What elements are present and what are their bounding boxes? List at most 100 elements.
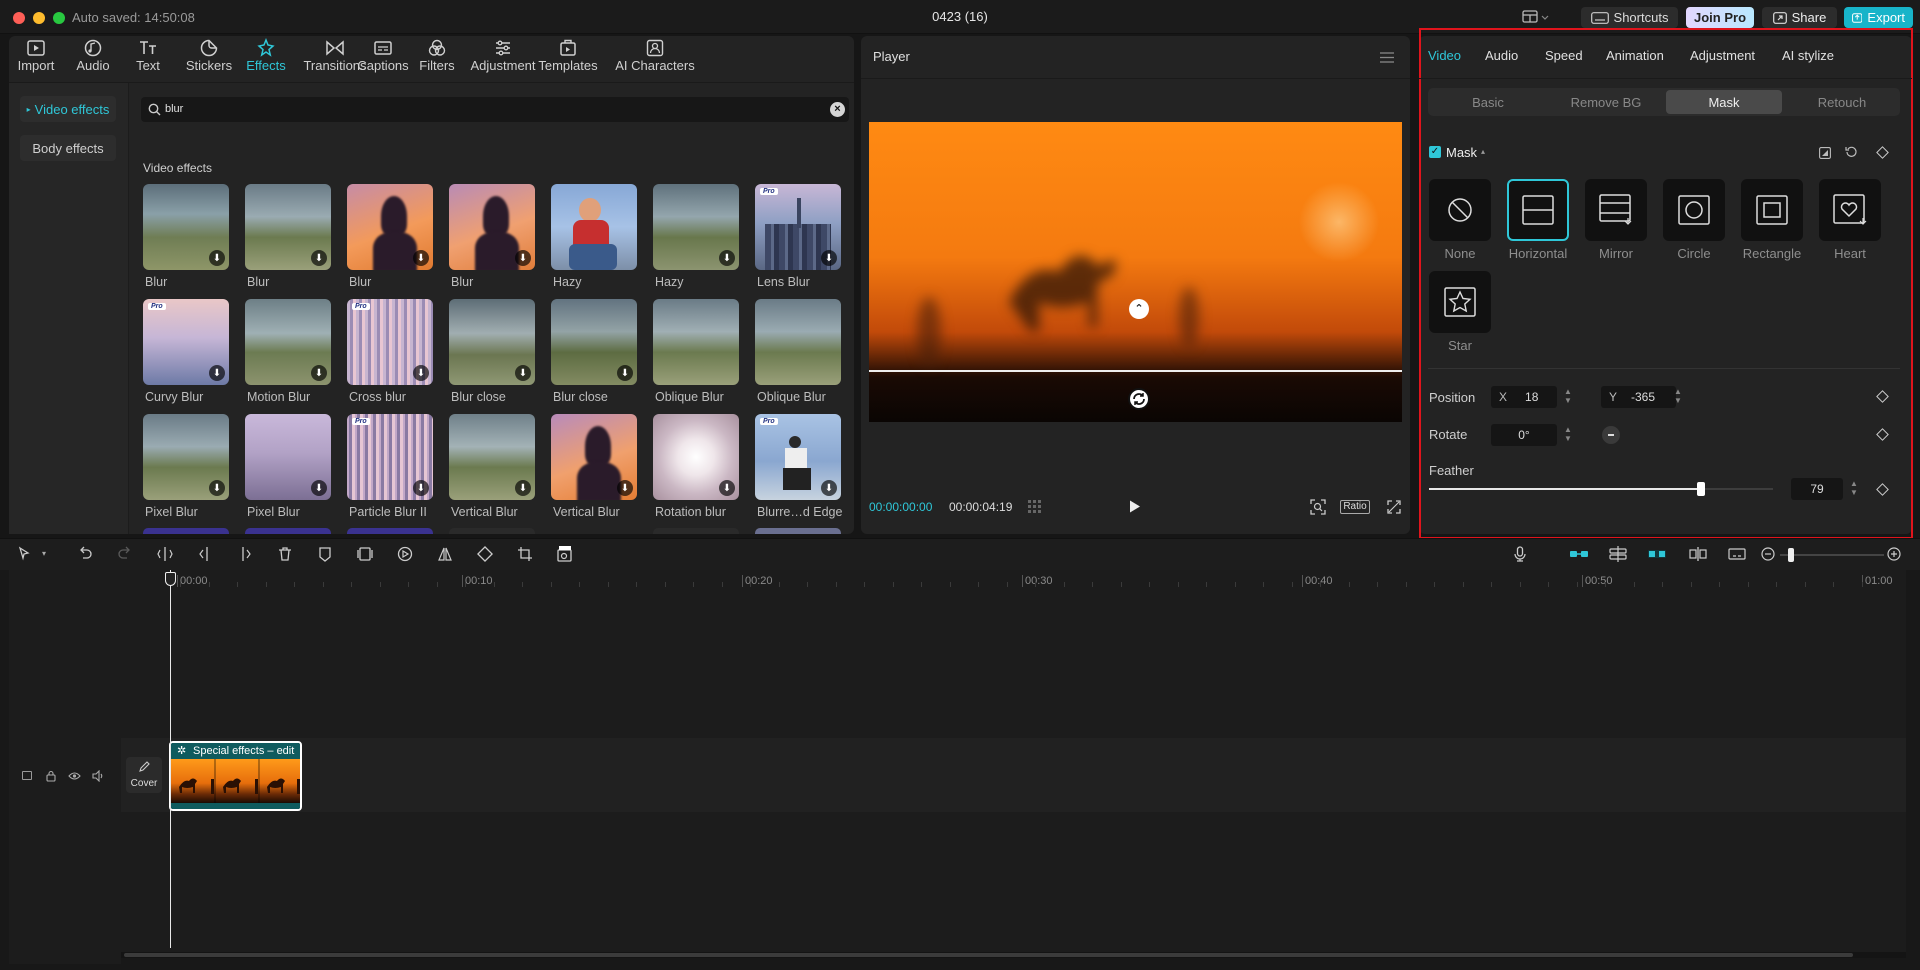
download-icon[interactable]: ⬇ <box>515 250 531 266</box>
tab-templates[interactable]: Templates <box>535 38 601 78</box>
tab-captions[interactable]: Captions <box>357 38 409 78</box>
effect-card[interactable] <box>755 299 841 385</box>
reset-icon[interactable] <box>1845 145 1858 158</box>
download-icon[interactable]: ⬇ <box>311 480 327 496</box>
ai-pro-tool-icon[interactable] <box>557 545 573 562</box>
effect-card[interactable]: ⬇ <box>143 184 229 270</box>
mask-option-rectangle[interactable] <box>1741 179 1803 241</box>
play-button[interactable] <box>1129 500 1141 513</box>
position-y-field[interactable]: Y -365 <box>1601 386 1676 408</box>
download-icon[interactable]: ⬇ <box>413 250 429 266</box>
select-tool-icon[interactable] <box>17 546 33 562</box>
mask-option-star[interactable] <box>1429 271 1491 333</box>
rotate-dial[interactable] <box>1602 426 1620 444</box>
effect-card[interactable]: ⬇ <box>449 414 535 500</box>
download-icon[interactable]: ⬇ <box>515 480 531 496</box>
effect-card[interactable]: ⬇ <box>551 299 637 385</box>
effect-card[interactable]: ⬇ <box>653 414 739 500</box>
timeline-scrollbar[interactable] <box>124 953 1853 957</box>
effect-card[interactable]: Pro ⬇ <box>143 299 229 385</box>
rotate-handle-icon[interactable] <box>1128 388 1150 410</box>
mask-option-horizontal[interactable] <box>1507 179 1569 241</box>
video-preview[interactable]: ⌃ <box>869 122 1402 422</box>
download-icon[interactable]: ⬇ <box>719 480 735 496</box>
effect-card[interactable]: ⬇ <box>245 414 331 500</box>
video-clip[interactable]: ✲ Special effects – edit <box>169 741 302 811</box>
eye-icon[interactable] <box>68 769 81 781</box>
tab-import[interactable]: Import <box>16 38 56 78</box>
effect-card[interactable]: ⬇ <box>551 414 637 500</box>
feather-handle-icon[interactable]: ⌃ <box>1129 299 1149 319</box>
invert-mask-icon[interactable] <box>1819 146 1831 159</box>
mirror-icon[interactable] <box>437 546 453 562</box>
preview-axis-icon[interactable] <box>1689 546 1707 562</box>
y-stepper[interactable]: ▲ ▼ <box>1673 387 1683 407</box>
ratio-button[interactable]: Ratio <box>1340 500 1370 514</box>
tab-animation[interactable]: Animation <box>1606 48 1664 63</box>
download-icon[interactable]: ⬇ <box>413 480 429 496</box>
timecode-grid-icon[interactable] <box>1028 500 1046 513</box>
download-icon[interactable]: ⬇ <box>515 365 531 381</box>
mask-option-none[interactable] <box>1429 179 1491 241</box>
effect-card[interactable]: ⬇ <box>143 414 229 500</box>
zoom-slider-thumb[interactable] <box>1788 548 1794 562</box>
cover-button[interactable]: Cover <box>126 757 162 793</box>
tab-stickers[interactable]: Stickers <box>184 38 234 78</box>
minimize-window-button[interactable] <box>33 12 45 24</box>
tab-adjustment[interactable]: Adjustment <box>1690 48 1755 63</box>
download-icon[interactable]: ⬇ <box>719 250 735 266</box>
chevron-down-icon[interactable]: ▾ <box>42 549 46 558</box>
auto-snap-icon[interactable] <box>1609 546 1627 562</box>
search-input[interactable]: blur × <box>141 97 849 122</box>
microphone-icon[interactable] <box>1512 546 1528 562</box>
mask-option-circle[interactable] <box>1663 179 1725 241</box>
effect-card[interactable]: Pro ⬇ <box>755 184 841 270</box>
effect-card[interactable] <box>551 184 637 270</box>
clear-search-icon[interactable]: × <box>830 102 845 117</box>
join-pro-button[interactable]: Join Pro <box>1686 7 1754 28</box>
share-button[interactable]: Share <box>1762 7 1837 28</box>
x-stepper[interactable]: ▲ ▼ <box>1563 387 1573 407</box>
download-icon[interactable]: ⬇ <box>209 365 225 381</box>
export-button[interactable]: Export <box>1844 7 1913 28</box>
tab-ai-stylize[interactable]: AI stylize <box>1782 48 1834 63</box>
shortcuts-button[interactable]: Shortcuts <box>1581 7 1678 28</box>
effect-card[interactable]: ⬇ <box>347 184 433 270</box>
effect-card[interactable]: Pro ⬇ <box>755 414 841 500</box>
playhead-line[interactable] <box>170 570 171 948</box>
split-left-icon[interactable] <box>197 546 213 562</box>
download-icon[interactable]: ⬇ <box>821 480 837 496</box>
effect-card[interactable] <box>653 299 739 385</box>
download-icon[interactable]: ⬇ <box>617 365 633 381</box>
subtab-remove-bg[interactable]: Remove BG <box>1548 90 1664 114</box>
split-right-icon[interactable] <box>237 546 253 562</box>
tab-audio[interactable]: Audio <box>74 38 112 78</box>
collapse-icon[interactable]: ▴ <box>1481 147 1485 156</box>
feather-stepper[interactable]: ▲ ▼ <box>1849 479 1859 499</box>
tab-video[interactable]: Video <box>1428 48 1461 63</box>
tab-effects[interactable]: Effects <box>243 37 289 78</box>
tab-text[interactable]: Text <box>131 38 165 78</box>
undo-icon[interactable] <box>77 546 93 562</box>
sidebar-item-video-effects[interactable]: ▸ Video effects <box>20 96 116 122</box>
zoom-out-icon[interactable] <box>1760 546 1776 562</box>
speaker-icon[interactable] <box>92 769 105 783</box>
zoom-slider[interactable] <box>1780 548 1884 562</box>
crop-icon[interactable] <box>517 546 533 562</box>
caption-icon[interactable] <box>1728 546 1746 562</box>
tab-filters[interactable]: Filters <box>415 38 459 78</box>
zoom-in-icon[interactable] <box>1886 546 1902 562</box>
fullscreen-icon[interactable] <box>1387 500 1401 514</box>
layout-menu-icon[interactable] <box>1522 10 1550 24</box>
track-thumbnail-toggle-icon[interactable] <box>22 771 32 780</box>
feather-slider[interactable] <box>1429 482 1773 496</box>
tab-ai-characters[interactable]: AI Characters <box>610 38 700 78</box>
tab-adjustment[interactable]: Adjustment <box>470 38 536 78</box>
zoom-fit-icon[interactable] <box>1310 499 1326 515</box>
feather-field[interactable]: 79 <box>1791 478 1843 500</box>
player-menu-icon[interactable] <box>1380 50 1394 63</box>
effect-card[interactable]: ⬇ <box>245 184 331 270</box>
effect-card[interactable]: ⬇ <box>449 299 535 385</box>
freeze-icon[interactable] <box>357 546 373 562</box>
redo-icon[interactable] <box>117 546 133 562</box>
